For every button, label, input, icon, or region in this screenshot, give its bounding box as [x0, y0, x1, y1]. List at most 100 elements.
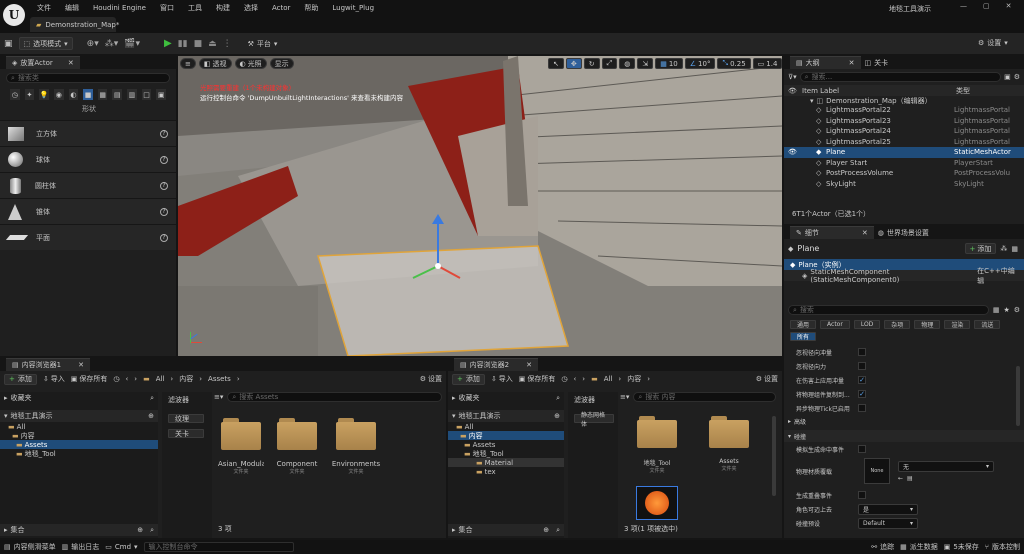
cb1-asset-tile[interactable]: Component 文件夹 [274, 418, 320, 475]
breadcrumb-content[interactable]: 内容 [627, 374, 641, 384]
plugin-icon[interactable]: ▣ [156, 89, 167, 100]
tab-content-browser-1[interactable]: ▤ 内容浏览器1 ✕ [6, 358, 90, 371]
breadcrumb-all[interactable]: All [604, 375, 613, 383]
derived-data-button[interactable]: ▦ 派生数据 [900, 542, 938, 552]
close-icon[interactable]: ✕ [862, 229, 868, 237]
menu-tools[interactable]: 工具 [181, 3, 209, 13]
cb2-tree-tool[interactable]: ▬ 地毯_Tool [448, 449, 564, 458]
cb1-collections[interactable]: ▸ 集合 ⊕ ⌕ [0, 524, 158, 536]
cb2-search-input[interactable]: ⌕ 搜索 内容 [633, 392, 776, 402]
cb1-settings-button[interactable]: ⚙ 设置 [420, 374, 442, 384]
cb1-asset-tile[interactable]: Environments 文件夹 [330, 418, 382, 475]
add-icon[interactable]: ⊕ [137, 526, 143, 534]
menu-houdini[interactable]: Houdini Engine [86, 4, 153, 12]
play-icon[interactable]: ▶ [164, 38, 172, 49]
cb2-tree-content[interactable]: ▬ 内容 [448, 431, 564, 440]
back-arrow-icon[interactable]: ← [898, 475, 903, 482]
cinematic-icon[interactable]: ◉ [53, 89, 64, 100]
filter-all[interactable]: 所有 [790, 332, 817, 341]
cb2-asset-tile[interactable]: Assets 文件夹 [708, 416, 750, 472]
cb1-tree-tool[interactable]: ▬ 地毯_Tool [0, 449, 158, 458]
prop-checkbox[interactable] [858, 348, 866, 356]
filter-physics[interactable]: 物理 [914, 320, 941, 329]
grid-view-icon[interactable]: ▦ [993, 306, 1000, 314]
cb2-favorites[interactable]: ▸ 收藏夹 ⌕ [448, 392, 564, 404]
back-arrow-icon[interactable]: ‹ [125, 375, 128, 383]
world-icon[interactable]: ◍ [619, 58, 636, 69]
outliner-row[interactable]: ◇ LightmassPortal24 LightmassPortal [784, 126, 1024, 137]
cb2-tree-tex[interactable]: ▬ tex [448, 467, 564, 476]
gear-icon[interactable]: ⚙ [1014, 306, 1020, 314]
eject-icon[interactable]: ⏏ [208, 39, 217, 49]
close-icon[interactable]: ✕ [78, 361, 84, 369]
visibility-icon[interactable]: 👁 [788, 148, 816, 156]
grid-snap-button[interactable]: ▦ 10 [655, 58, 683, 69]
outliner-row-selected[interactable]: 👁 ◆ Plane StaticMeshActor [784, 147, 1024, 158]
basic-icon[interactable]: ✦ [24, 89, 35, 100]
maximize-icon[interactable]: ▢ [983, 2, 990, 10]
volumes-icon[interactable]: ▦ [97, 89, 108, 100]
map-tab[interactable]: ▰ Demonstration_Map* [30, 17, 119, 32]
cb1-add-button[interactable]: + 添加 [4, 373, 37, 385]
step-up-dropdown[interactable]: 是 ▾ [858, 503, 918, 515]
help-icon[interactable]: ? [160, 207, 168, 216]
blueprint-icon[interactable]: ⁂▾ [105, 39, 119, 49]
viewport-menu-button[interactable]: ≡ [180, 58, 196, 69]
menu-help[interactable]: 帮助 [297, 3, 325, 13]
search-icon[interactable]: ⌕ [552, 526, 564, 535]
tab-place-actor[interactable]: ◈ 放置Actor ✕ [6, 56, 80, 69]
close-icon[interactable]: ✕ [1006, 2, 1012, 10]
recent-icon[interactable]: ◷ [10, 89, 20, 100]
history-icon[interactable]: ◷ [113, 375, 119, 383]
cb1-filter-level[interactable]: 关卡 [168, 429, 204, 438]
help-icon[interactable]: ? [160, 129, 168, 138]
tab-content-browser-2[interactable]: ▤ 内容浏览器2 ✕ [454, 358, 538, 371]
menu-build[interactable]: 构建 [209, 3, 237, 13]
add-component-button[interactable]: + 添加 [964, 243, 997, 254]
shape-item-sphere[interactable]: 球体 ? [0, 146, 176, 172]
help-icon[interactable]: ? [160, 233, 168, 242]
shapes-icon[interactable]: ■ [83, 89, 93, 100]
cb2-tree-assets[interactable]: ▬ Assets [448, 440, 564, 449]
details-scrollbar[interactable] [1016, 366, 1020, 426]
rotate-icon[interactable]: ↻ [583, 58, 600, 69]
cb2-filter-staticmesh[interactable]: 静态网格体 [574, 412, 614, 428]
gear-icon[interactable]: ⚙ [1014, 73, 1020, 81]
col-item-label[interactable]: Item Label [802, 87, 956, 95]
lights-icon[interactable]: 💡 [39, 89, 49, 100]
cb1-tree-content[interactable]: ▬ 内容 [0, 431, 158, 440]
history-icon[interactable]: ◷ [561, 375, 567, 383]
menu-lugwit[interactable]: Lugwit_Plug [325, 4, 381, 12]
cb2-save-all-button[interactable]: ▣ 保存所有 [519, 374, 556, 384]
section-advanced[interactable]: ▸ 高级 [784, 415, 1024, 427]
box-icon[interactable]: □ [141, 89, 152, 100]
cb2-collections[interactable]: ▸ 集合 ⊕ ⌕ [448, 524, 564, 536]
filter-icon[interactable]: ≡▾ [620, 393, 629, 401]
add-icon[interactable]: ⊕ [554, 412, 564, 420]
back-arrow-icon[interactable]: ‹ [573, 375, 576, 383]
layout-icon[interactable]: ▦ [1011, 245, 1018, 253]
prop-checkbox[interactable] [858, 404, 866, 412]
scale-icon[interactable]: ⤢ [601, 58, 618, 69]
content-drawer-button[interactable]: ▤ 内容侧滑菜单 [4, 542, 56, 552]
source-control-button[interactable]: ⑂ 版本控制 [985, 542, 1024, 552]
cmd-dropdown[interactable]: ▭ Cmd ▾ [105, 543, 137, 551]
blueprint-icon[interactable]: ⁂ [1000, 245, 1007, 253]
material-thumbnail[interactable]: None [864, 458, 890, 484]
outliner-search-input[interactable]: ⌕ 搜索... [799, 72, 1002, 82]
filter-general[interactable]: 通用 [790, 320, 817, 329]
filter-lod[interactable]: LOD [853, 320, 881, 329]
perspective-button[interactable]: ◧ 透视 [198, 58, 232, 69]
outliner-row[interactable]: ◇ Player Start PlayerStart [784, 158, 1024, 169]
shape-item-cone[interactable]: 锥体 ? [0, 198, 176, 224]
details-search-input[interactable]: ⌕ 搜索 [788, 305, 989, 315]
cb2-tree-material[interactable]: ▬ Material [448, 458, 564, 467]
class-search-input[interactable]: ⌕ 搜索类 [6, 73, 170, 83]
search-icon[interactable]: ⌕ [556, 394, 564, 403]
outliner-row[interactable]: ◇ SkyLight SkyLight [784, 179, 1024, 190]
filter-misc[interactable]: 杂项 [884, 320, 911, 329]
add-actor-icon[interactable]: ⊕▾ [87, 39, 99, 49]
scale-snap-button[interactable]: ⤡ 0.25 [717, 58, 751, 69]
outliner-root[interactable]: ▾ ◫ Demonstration_Map（编辑器） [784, 96, 1024, 105]
shape-item-cylinder[interactable]: 圆柱体 ? [0, 172, 176, 198]
